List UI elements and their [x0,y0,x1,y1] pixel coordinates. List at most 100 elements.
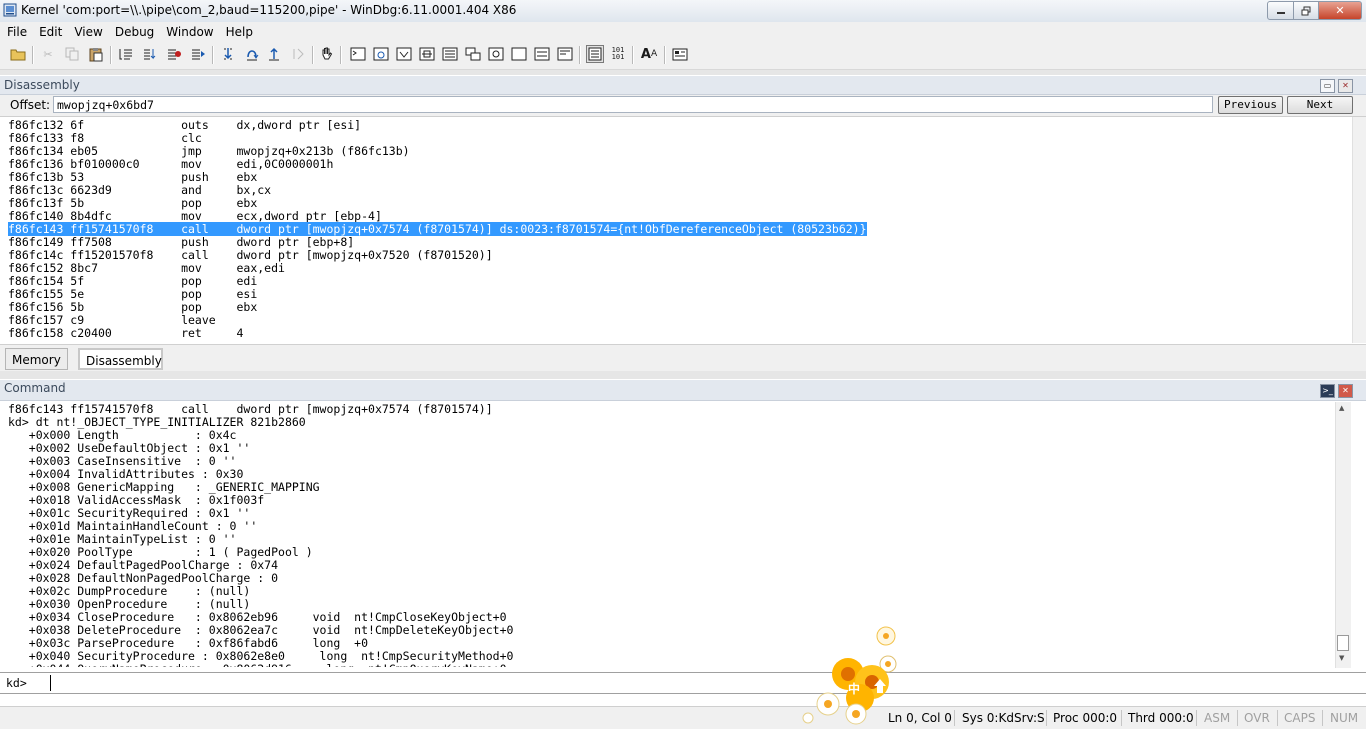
insert-breakpoint-icon[interactable] [117,45,135,63]
disassembly-line-text: f86fc13b 53 push ebx [8,170,258,184]
title-bar: Kernel 'com:port=\\.\pipe\com_2,baud=115… [0,0,1366,23]
memory-window-icon[interactable] [441,45,459,63]
command-output-line: +0x044 QueryNameProcedure : 0x8062d916 l… [8,663,513,668]
command-scrollbar[interactable]: ▲ ▼ [1335,402,1351,668]
menu-file[interactable]: File [0,25,33,39]
cut-icon: ✂ [43,47,53,61]
minimize-button[interactable] [1267,1,1294,20]
offset-label: Offset: [10,98,51,112]
ime-flower-widget[interactable]: 中 [800,622,910,728]
disassembly-line-text: f86fc132 6f outs dx,dword ptr [esi] [8,118,362,132]
disassembly-content[interactable]: f86fc132 6f outs dx,dword ptr [esi] f86fc… [0,117,1352,343]
options-icon[interactable] [671,45,689,63]
disassembly-window-icon[interactable] [487,45,505,63]
step-over-icon[interactable] [243,45,261,63]
toolbar: ✂ 101 101 A A [0,41,1366,70]
offset-input[interactable]: mwopjzq+0x6bd7 [53,96,1213,113]
copy-icon [63,45,81,63]
scroll-up-icon[interactable]: ▲ [1339,404,1344,412]
command-window-icon[interactable]: >_ [1320,384,1335,398]
close-icon: ✕ [1335,4,1345,17]
command-output-lines: f86fc143 ff15741570f8 call dword ptr [mw… [8,403,513,668]
disassembly-scrollbar[interactable] [1352,117,1366,343]
window-tabs: Memory Disassembly [0,344,1366,372]
menu-window[interactable]: Window [160,25,219,39]
break-hand-icon[interactable] [318,45,336,63]
pane-splitter[interactable] [0,371,1366,379]
tab-memory[interactable]: Memory [5,348,68,370]
source-mode-toggle-icon[interactable] [586,45,604,63]
menu-help[interactable]: Help [220,25,259,39]
close-button[interactable]: ✕ [1319,1,1362,20]
open-icon[interactable] [9,45,27,63]
disassembly-line-text: f86fc156 5b pop ebx [8,300,258,314]
ime-language-label: 中 [848,681,860,696]
hex-display-icon[interactable]: 101 101 [609,45,627,63]
paste-icon[interactable] [87,45,105,63]
command-browser-icon[interactable] [556,45,574,63]
tab-disassembly[interactable]: Disassembly [78,348,163,370]
status-num: NUM [1330,711,1359,725]
status-sys: Sys 0:KdSrv:S [962,711,1045,725]
status-bar: Ln 0, Col 0 Sys 0:KdSrv:S Proc 000:0 Thr… [0,706,1366,729]
command-prompt: kd> [6,676,27,690]
step-out-icon[interactable] [265,45,283,63]
disassembly-close-icon[interactable]: ✕ [1338,79,1353,93]
status-asm: ASM [1204,711,1231,725]
window-title: Kernel 'com:port=\\.\pipe\com_2,baud=115… [21,3,517,17]
disassembly-line-text: f86fc136 bf010000c0 mov edi,0C0000001h [8,157,334,171]
status-thrd: Thrd 000:0 [1128,711,1194,725]
command-output[interactable]: f86fc143 ff15741570f8 call dword ptr [mw… [0,402,1352,667]
scroll-thumb[interactable] [1337,635,1349,651]
breakpoint-icon[interactable] [165,45,183,63]
mdi-client-gap [0,70,1366,75]
run-to-cursor-icon [289,45,307,63]
scratch-pad-icon[interactable] [510,45,528,63]
disassembly-line-text: f86fc157 c9 leave [8,313,216,327]
disassembly-line-text: f86fc13f 5b pop ebx [8,196,258,210]
maximize-button[interactable] [1294,1,1319,20]
disassembly-line-text: f86fc152 8bc7 mov eax,edi [8,261,285,275]
menu-edit[interactable]: Edit [33,25,68,39]
step-into-source-icon[interactable] [141,45,159,63]
status-caps: CAPS [1284,711,1316,725]
minimize-icon [1276,11,1285,14]
go-icon[interactable] [189,45,207,63]
registers-window-icon[interactable] [418,45,436,63]
menu-debug[interactable]: Debug [109,25,160,39]
previous-button[interactable]: Previous [1218,96,1283,114]
disassembly-line-text: f86fc133 f8 clc [8,131,202,145]
font-icon[interactable]: AA [640,45,658,63]
next-button[interactable]: Next [1287,96,1353,114]
menu-bar: File Edit View Debug Window Help [0,22,1366,41]
call-stack-window-icon[interactable] [464,45,482,63]
disassembly-pane-title: Disassembly [4,78,80,92]
disassembly-line[interactable]: f86fc158 c20400 ret 4 [8,327,867,340]
command-close-icon[interactable]: ✕ [1338,384,1353,398]
status-ovr: OVR [1244,711,1270,725]
command-input-row: kd> [0,672,1366,694]
scroll-down-icon[interactable]: ▼ [1339,654,1344,662]
disassembly-pane-header: Disassembly ▭ ✕ [0,76,1366,95]
disassembly-lines: f86fc132 6f outs dx,dword ptr [esi] f86fc… [8,119,867,340]
disassembly-line-text: f86fc14c ff15201570f8 call dword ptr [mw… [8,248,493,262]
restore-icon [1301,6,1311,15]
disassembly-line-text: f86fc158 c20400 ret 4 [8,326,244,340]
command-input[interactable] [50,675,1361,691]
windbg-app-icon [3,3,17,17]
offset-bar: Offset: mwopjzq+0x6bd7 Previous Next [0,95,1366,117]
disassembly-line-text: f86fc13c 6623d9 and bx,cx [8,183,272,197]
watch-window-icon[interactable] [372,45,390,63]
disassembly-line-text: f86fc149 ff7508 push dword ptr [ebp+8] [8,235,355,249]
step-into-icon[interactable] [219,45,237,63]
dock-icon[interactable]: ▭ [1320,79,1335,93]
status-proc: Proc 000:0 [1053,711,1118,725]
locals-window-icon[interactable] [395,45,413,63]
processes-threads-icon[interactable] [533,45,551,63]
command-pane-header: Command >_ ✕ [0,380,1366,401]
flower-icon [802,626,897,725]
command-window-icon[interactable] [349,45,367,63]
disassembly-line-text: f86fc143 ff15741570f8 call dword ptr [mw… [8,222,867,236]
disassembly-line-text: f86fc154 5f pop edi [8,274,258,288]
menu-view[interactable]: View [68,25,108,39]
